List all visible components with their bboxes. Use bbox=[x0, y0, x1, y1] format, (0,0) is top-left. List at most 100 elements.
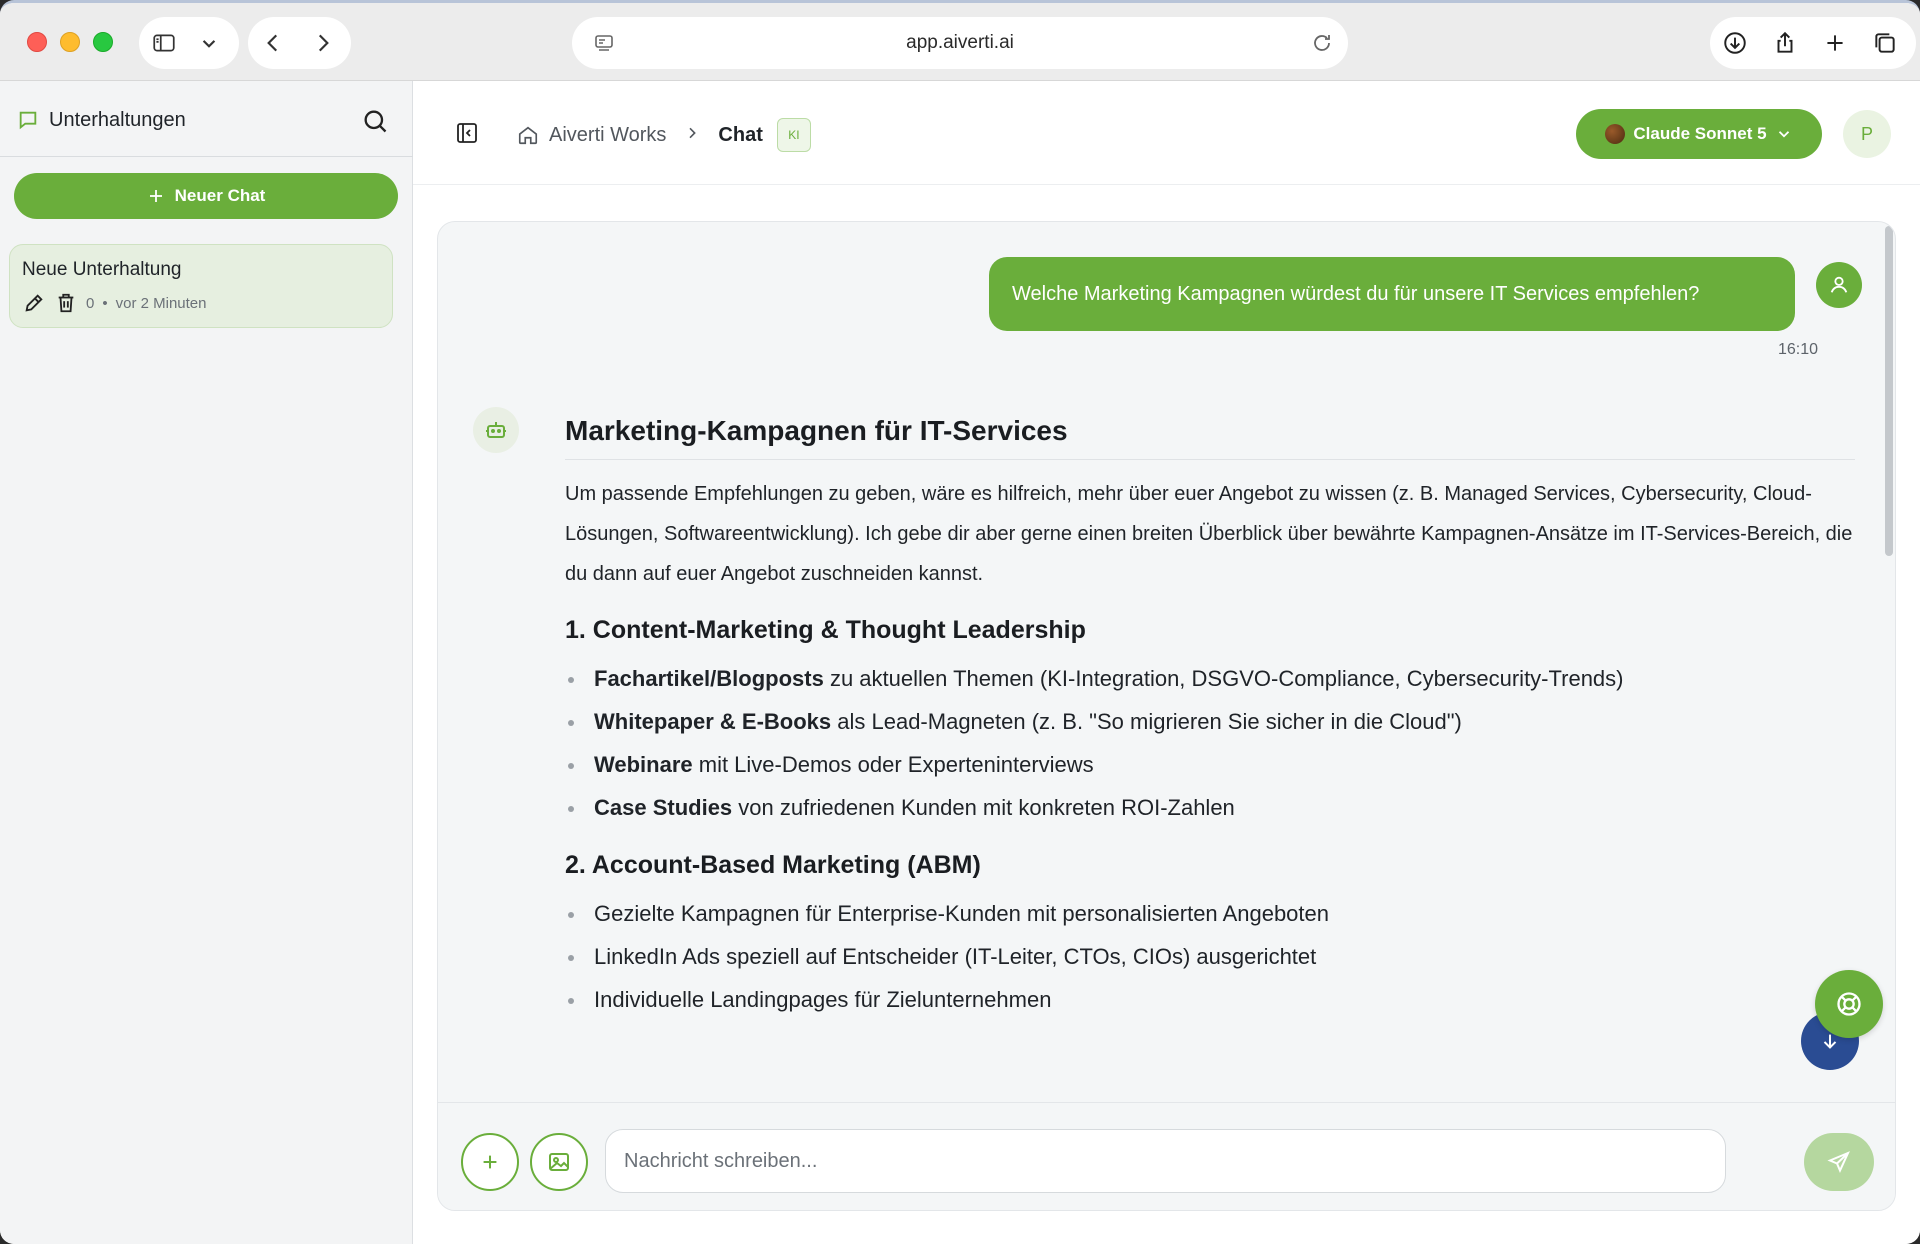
model-label: Claude Sonnet 5 bbox=[1633, 124, 1767, 143]
breadcrumb-current: Chat bbox=[718, 123, 763, 146]
collapse-sidebar-icon[interactable] bbox=[455, 121, 479, 145]
list-item: Case Studies von zufriedenen Kunden mit … bbox=[565, 786, 1855, 829]
answer-list: Gezielte Kampagnen für Enterprise-Kunden… bbox=[565, 892, 1855, 1021]
new-tab-button[interactable] bbox=[1810, 17, 1860, 69]
list-item: Webinare mit Live-Demos oder Expertenint… bbox=[565, 743, 1855, 786]
user-avatar[interactable]: P bbox=[1843, 110, 1891, 158]
chat-panel: Welche Marketing Kampagnen würdest du fü… bbox=[437, 221, 1896, 1211]
message-composer bbox=[438, 1102, 1895, 1210]
list-item: Gezielte Kampagnen für Enterprise-Kunden… bbox=[565, 892, 1855, 935]
sidebar-icon bbox=[153, 34, 175, 52]
message-timestamp: 16:10 bbox=[1777, 341, 1818, 358]
image-icon bbox=[549, 1153, 569, 1171]
breadcrumb-home-label: Aiverti Works bbox=[549, 123, 667, 146]
ki-badge: KI bbox=[776, 118, 811, 152]
model-selector[interactable]: Claude Sonnet 5 bbox=[1576, 109, 1822, 159]
delete-conversation-button[interactable] bbox=[54, 291, 78, 315]
close-window-button[interactable] bbox=[27, 32, 47, 52]
user-message-bubble: Welche Marketing Kampagnen würdest du fü… bbox=[989, 257, 1795, 331]
sidebar-toggle-group bbox=[139, 17, 239, 69]
list-item-text: mit Live-Demos oder Experteninterviews bbox=[692, 752, 1094, 777]
conversation-title: Neue Unterhaltung bbox=[22, 259, 182, 280]
edit-conversation-button[interactable] bbox=[22, 291, 46, 315]
search-icon[interactable] bbox=[361, 107, 389, 135]
list-item-text: zu aktuellen Themen (KI-Integration, DSG… bbox=[823, 666, 1624, 691]
breadcrumb-home[interactable]: Aiverti Works bbox=[517, 124, 666, 147]
chat-scrollbar[interactable] bbox=[1883, 222, 1895, 1102]
plus-icon bbox=[483, 1155, 497, 1169]
conversation-item[interactable]: Neue Unterhaltung 0 • vor 2 Minuten bbox=[9, 244, 393, 328]
assistant-message: Marketing-Kampagnen für IT-Services Um p… bbox=[565, 415, 1855, 1021]
lifebuoy-icon bbox=[1837, 992, 1861, 1016]
list-item: LinkedIn Ads speziell auf Entscheider (I… bbox=[565, 935, 1855, 978]
list-item-text: Gezielte Kampagnen für Enterprise-Kunden… bbox=[594, 901, 1330, 926]
assistant-avatar bbox=[473, 407, 519, 453]
answer-intro: Um passende Empfehlungen zu geben, wäre … bbox=[565, 483, 1853, 585]
tab-group-dropdown[interactable] bbox=[189, 17, 229, 69]
tab-overview-button[interactable] bbox=[1860, 17, 1910, 69]
download-icon bbox=[1724, 32, 1746, 54]
page-settings-icon[interactable] bbox=[592, 31, 616, 55]
user-icon bbox=[1830, 276, 1848, 293]
downloads-button[interactable] bbox=[1710, 17, 1760, 69]
forward-button[interactable] bbox=[298, 17, 348, 69]
list-item-bold: Whitepaper & E-Books bbox=[594, 709, 832, 734]
minimize-window-button[interactable] bbox=[60, 32, 80, 52]
chevron-right-icon bbox=[318, 34, 329, 52]
reload-icon[interactable] bbox=[1310, 31, 1334, 55]
answer-section-heading: 2. Account-Based Marketing (ABM) bbox=[565, 851, 981, 879]
user-message-avatar bbox=[1816, 262, 1862, 308]
breadcrumb-separator bbox=[684, 125, 700, 146]
conversation-message-count: 0 bbox=[86, 294, 95, 312]
back-button[interactable] bbox=[248, 17, 298, 69]
new-chat-label: Neuer Chat bbox=[174, 186, 266, 205]
history-nav-group bbox=[248, 17, 351, 69]
message-input[interactable] bbox=[605, 1129, 1726, 1193]
browser-sidebar-button[interactable] bbox=[139, 17, 189, 69]
list-item: Whitepaper & E-Books als Lead-Magneten (… bbox=[565, 700, 1855, 743]
answer-title: Marketing-Kampagnen für IT-Services bbox=[565, 415, 1855, 460]
user-message-text: Welche Marketing Kampagnen würdest du fü… bbox=[1012, 282, 1700, 305]
share-button[interactable] bbox=[1760, 17, 1810, 69]
main-header: Aiverti Works Chat KI Claude Sonnet 5 P bbox=[413, 81, 1920, 185]
plus-icon bbox=[1827, 35, 1843, 51]
list-item-text: LinkedIn Ads speziell auf Entscheider (I… bbox=[594, 944, 1317, 969]
url-text: app.aiverti.ai bbox=[906, 32, 1014, 53]
list-item-bold: Fachartikel/Blogposts bbox=[594, 666, 824, 691]
conversation-time: vor 2 Minuten bbox=[115, 294, 207, 312]
list-item: Individuelle Landingpages für Zieluntern… bbox=[565, 978, 1855, 1021]
add-attachment-button[interactable] bbox=[461, 1133, 519, 1191]
trash-icon bbox=[58, 293, 74, 313]
answer-list: Fachartikel/Blogposts zu aktuellen Theme… bbox=[565, 657, 1855, 829]
list-item-bold: Webinare bbox=[594, 752, 693, 777]
browser-actions bbox=[1710, 17, 1920, 69]
answer-section-heading: 1. Content-Marketing & Thought Leadershi… bbox=[565, 616, 1086, 644]
address-bar[interactable]: app.aiverti.ai bbox=[572, 17, 1348, 69]
chevron-down-icon bbox=[1778, 131, 1789, 138]
new-chat-button[interactable]: Neuer Chat bbox=[14, 173, 398, 219]
list-item-text: als Lead-Magneten (z. B. "So migrieren S… bbox=[831, 709, 1462, 734]
browser-toolbar: app.aiverti.ai bbox=[0, 3, 1920, 81]
list-item-bold: Case Studies bbox=[594, 795, 733, 820]
conversation-meta: 0 • vor 2 Minuten bbox=[22, 291, 207, 315]
meta-separator: • bbox=[102, 294, 108, 312]
chevron-down-icon bbox=[202, 40, 216, 48]
browser-window: app.aiverti.ai Unterhaltungen Neuer Chat… bbox=[0, 0, 1920, 1244]
add-image-button[interactable] bbox=[530, 1133, 588, 1191]
sidebar-header: Unterhaltungen bbox=[0, 81, 413, 157]
chevron-left-icon bbox=[267, 34, 278, 52]
scrollbar-thumb[interactable] bbox=[1885, 226, 1893, 556]
chat-bubble-icon bbox=[19, 111, 37, 130]
help-button[interactable] bbox=[1815, 970, 1883, 1038]
model-icon bbox=[1605, 124, 1626, 144]
list-item-text: Individuelle Landingpages für Zieluntern… bbox=[594, 987, 1052, 1012]
zoom-window-button[interactable] bbox=[93, 32, 113, 52]
share-icon bbox=[1777, 31, 1793, 53]
send-button[interactable] bbox=[1804, 1133, 1874, 1191]
plus-icon bbox=[149, 190, 162, 202]
breadcrumb: Aiverti Works Chat KI bbox=[517, 118, 811, 152]
pencil-icon bbox=[25, 294, 43, 312]
conversation-sidebar: Unterhaltungen Neuer Chat Neue Unterhalt… bbox=[0, 81, 413, 1244]
send-icon bbox=[1827, 1151, 1850, 1173]
browser-actions-group bbox=[1710, 17, 1916, 69]
